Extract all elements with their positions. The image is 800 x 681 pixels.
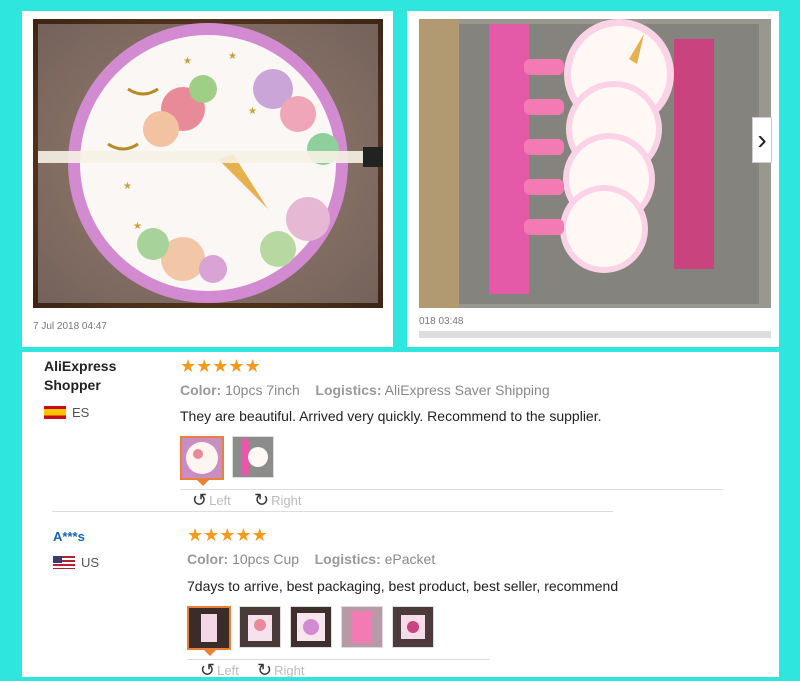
rotate-left-label: Left [209,493,231,508]
logistics-value: AliExpress Saver Shipping [384,382,550,398]
order-info: Color: 10pcs 7inch Logistics: AliExpress… [180,382,550,398]
star-icon: ★ [235,525,252,545]
svg-text:★: ★ [183,56,192,67]
country-code: US [81,555,100,570]
photo-timestamp: 7 Jul 2018 04:47 [33,321,107,332]
star-icon: ★ [244,356,261,376]
star-icon: ★ [212,356,229,376]
rotate-left-button[interactable]: ↺ Left [200,660,239,681]
star-icon: ★ [203,525,220,545]
blowout-photo[interactable] [419,19,771,308]
color-label: Color: [187,551,229,567]
selected-thumbnail-indicator [197,480,209,486]
photo-card-blowouts: › 018 03:48 [407,11,779,347]
svg-text:★: ★ [228,51,237,62]
logistics-label: Logistics: [315,382,382,398]
rotate-right-button[interactable]: ↻ Right [254,490,301,511]
svg-text:★: ★ [123,181,132,192]
order-info: Color: 10pcs Cup Logistics: ePacket [187,551,435,567]
review-thumbnail[interactable] [232,436,274,478]
svg-text:★: ★ [133,221,142,232]
logistics-value: ePacket [384,551,436,567]
star-icon: ★ [196,356,213,376]
rotate-right-icon: ↻ [257,660,273,680]
rotate-right-icon: ↻ [254,490,270,510]
review-separator [52,511,613,512]
review-thumbnail[interactable] [180,436,224,480]
svg-text:★: ★ [248,106,257,117]
rotate-right-button[interactable]: ↻ Right [257,660,304,681]
review-thumbnail[interactable] [239,606,281,648]
reviews-panel: AliExpress Shopper ES ★★★★★ Color: 10pcs… [22,352,779,680]
star-icon: ★ [180,356,197,376]
scrollbar-track[interactable] [419,331,771,338]
review-thumbnail[interactable] [187,606,231,650]
rotate-left-icon: ↺ [192,490,208,510]
next-image-button[interactable]: › [752,117,772,163]
star-icon: ★ [251,525,268,545]
color-value: 10pcs Cup [232,551,300,567]
flag-es-icon [44,406,66,419]
rotate-left-label: Left [217,663,239,678]
star-icon: ★ [219,525,236,545]
star-icon: ★ [187,525,204,545]
review-thumbnail[interactable] [341,606,383,648]
star-icon: ★ [228,356,245,376]
plate-photo[interactable]: ★ ★ ★ ★ ★ [33,19,383,308]
reviewer-country: US [53,555,99,570]
flag-us-icon [53,556,75,569]
chevron-right-icon: › [757,124,767,155]
reviewer-country: ES [44,405,89,420]
photo-card-plates: ★ ★ ★ ★ ★ 7 Jul 2018 04:47 [22,11,393,347]
photo-timestamp: 018 03:48 [419,316,464,327]
reviewer-name[interactable]: AliExpress Shopper [44,357,154,395]
reviewer-name[interactable]: A***s [53,527,85,546]
color-value: 10pcs 7inch [225,382,300,398]
rotate-right-label: Right [271,493,302,508]
star-rating: ★★★★★ [187,526,268,544]
selected-thumbnail-indicator [204,650,216,656]
country-code: ES [72,405,90,420]
review-text: 7days to arrive, best packaging, best pr… [187,578,619,594]
rotate-right-label: Right [274,663,305,678]
rotate-left-icon: ↺ [200,660,216,680]
logistics-label: Logistics: [314,551,381,567]
rotate-left-button[interactable]: ↺ Left [192,490,231,511]
review-thumbnail[interactable] [290,606,332,648]
star-rating: ★★★★★ [180,357,261,375]
review-thumbnail[interactable] [392,606,434,648]
color-label: Color: [180,382,222,398]
review-text: They are beautiful. Arrived very quickly… [180,408,602,424]
